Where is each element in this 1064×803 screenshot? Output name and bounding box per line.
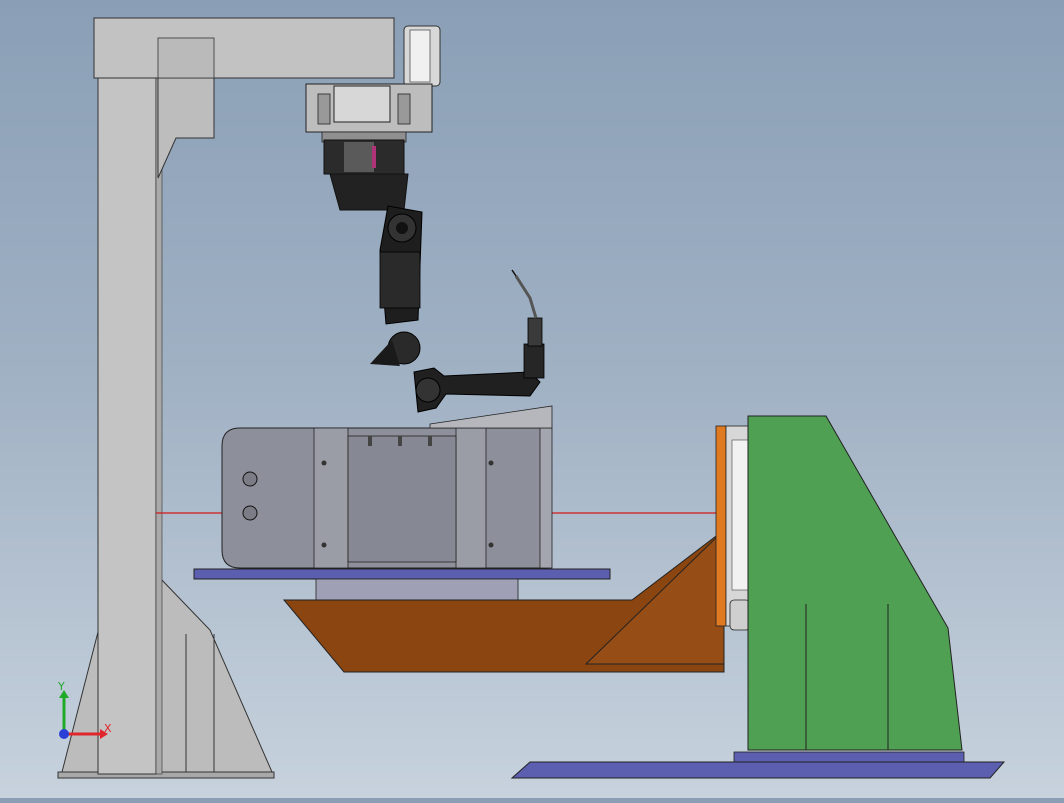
- y-axis-label: Y: [57, 680, 65, 693]
- cad-graphics-viewport[interactable]: X Y: [0, 0, 1064, 798]
- x-axis-label: X: [104, 722, 112, 735]
- gantry-base-gusset: [61, 575, 273, 773]
- z-axis-dot: [59, 729, 69, 739]
- workpiece-housing[interactable]: [221, 405, 553, 569]
- gantry-column: [97, 77, 157, 775]
- positioner-faceplate[interactable]: [715, 425, 751, 631]
- welding-robot[interactable]: [305, 83, 545, 413]
- gantry-base-plate: [57, 771, 275, 779]
- robot-shoulder: [329, 173, 409, 211]
- positioner-floor-plate: [510, 761, 1006, 779]
- positioner-base[interactable]: [510, 415, 1006, 779]
- fixture-spacer: [315, 578, 519, 602]
- robot-wrist: [523, 343, 545, 379]
- fixture-plate: [193, 568, 611, 580]
- gantry-beam: [93, 17, 395, 79]
- welding-torch: [514, 275, 538, 319]
